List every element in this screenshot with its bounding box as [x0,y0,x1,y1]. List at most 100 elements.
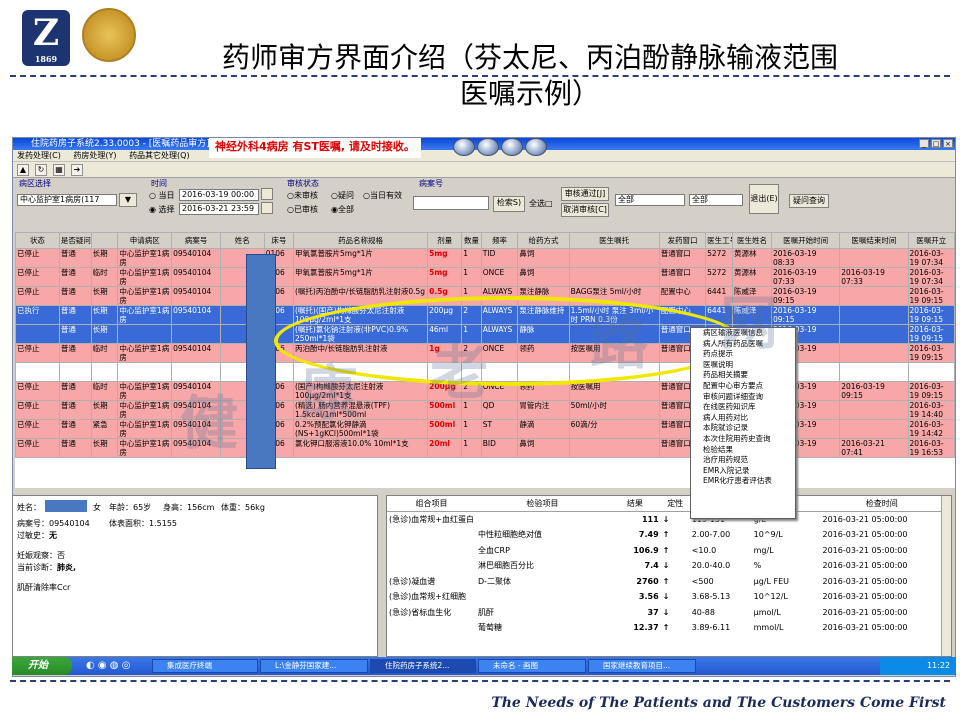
order-row[interactable]: 已停止普通长期中心监护室1病房095401040106甲氧氯普胺片5mg*1片5… [15,248,955,268]
date-from-spin[interactable] [261,188,273,200]
audit-pass-button[interactable]: 审核通过[J] [561,187,609,201]
filter-combo-2[interactable]: 全部 [689,194,743,206]
lab-row[interactable]: (急诊)凝血谱 D-二聚体 2760 ↑ <500 μg/L FEU 2016-03-21 … [387,574,943,590]
context-menu-item[interactable]: 病人用药对比 [691,413,795,424]
order-row[interactable]: 已停止普通长期中心监护室1病房095401040106氯化钾口服溶液10.0% … [15,438,955,458]
context-menu-item[interactable]: 检验结果 [691,445,795,456]
context-menu-item[interactable]: 病区输液医嘱信息 [691,328,795,339]
radio-audited[interactable]: ○已审核 [287,204,318,215]
query-button[interactable]: 疑问查询 [789,194,829,208]
cancel-audit-button[interactable]: 取消审核[C] [561,203,609,217]
task-item[interactable]: 住院药房子系统2... [370,659,476,673]
exit-button[interactable]: 退出(E) [749,184,779,214]
order-cell: 500ml [427,419,463,439]
filter-combo-1[interactable]: 全部 [615,194,685,206]
context-menu-item[interactable]: 审核问题详细查询 [691,392,795,403]
menu-pharmacy[interactable]: 药房处理(Y) [73,151,116,160]
close-button[interactable]: × [943,139,953,148]
menu-other[interactable]: 药品其它处理(Q) [129,151,190,160]
grid-column-header[interactable]: 医嘱开始时间 [770,232,841,249]
grid-column-header[interactable]: 发药窗口 [658,232,707,249]
order-cell [58,362,92,382]
task-item[interactable]: 国家继续教育项目... [588,659,696,673]
lab-row[interactable]: 全血CRP 106.9 ↑ <10.0 mg/L 2016-03-21 05:00:00 [387,543,943,559]
grid-column-header[interactable]: 医生工号 [705,232,733,249]
window-orb-icon [453,138,475,156]
ward-select[interactable]: 中心监护室1病房(117 [17,194,117,206]
date-to-field[interactable]: 2016-03-21 23:59 [179,203,259,215]
refresh-icon[interactable]: ↻ [35,164,47,176]
grid-column-header[interactable]: 给药方式 [517,232,570,249]
lab-row[interactable]: 淋巴细胞百分比 7.4 ↓ 20.0-40.0% 2016-03-21 05:00:00 [387,558,943,574]
radio-today-valid[interactable]: ○当日有效 [363,190,402,201]
grid-column-header[interactable]: 床号 [263,232,295,249]
maximize-button[interactable]: □ [931,139,941,148]
task-item[interactable]: 集成医疗终端 [152,659,258,673]
grid-column-header[interactable] [90,232,119,249]
lab-scrollbar[interactable] [941,496,951,656]
start-button[interactable]: 开始 [12,657,72,675]
date-from-field[interactable]: 2016-03-19 00:00 [179,189,259,201]
lab-row[interactable]: (急诊)血常规+血红蛋白 111 ↓ 113-151 g/L 2016-03-21 05:… [387,512,943,528]
context-menu-item[interactable]: 药点提示 [691,349,795,360]
grid-column-header[interactable]: 数量 [461,232,482,249]
lab-row[interactable]: (急诊)省标血生化 肌酐 37 ↓ 40-88 μmol/L 2016-03-21 05:0… [387,605,943,621]
context-menu-item[interactable]: 药品相关摘要 [691,370,795,381]
order-row[interactable]: 已停止普通紧急中心监护室1病房0954010401060.2%预配氯化钾静滴(N… [15,419,955,439]
grid-icon[interactable]: ▦ [53,164,65,176]
grid-column-header[interactable]: 频率 [480,232,519,249]
select-all-checkbox[interactable]: 全选□ [529,198,553,209]
task-item[interactable]: L:\金静芬国家建... [260,659,368,673]
order-row[interactable]: 已停止普通临时中心监护室1病房095401040106甲氧氯普胺片5mg*1片5… [15,267,955,287]
task-item[interactable]: 未命名 - 画图 [478,659,586,673]
context-menu-item[interactable]: 在线医药知识库 [691,402,795,413]
context-menu-item[interactable]: 配置中心审方要点 [691,381,795,392]
ward-dropdown-button[interactable]: ▼ [119,193,137,207]
exit-icon[interactable]: ➔ [71,164,83,176]
date-to-spin[interactable] [261,202,273,214]
quicklaunch-icons[interactable]: ◐ ◉ ◍ ◎ [86,660,130,671]
context-menu-item[interactable]: 医嘱说明 [691,360,795,371]
radio-question[interactable]: ○疑问 [331,190,354,201]
lab-cell: <10.0 [691,545,717,555]
grid-column-header[interactable]: 医生嘱托 [568,232,660,249]
order-cell: 1 [461,400,482,420]
order-row[interactable]: 已停止普通长期中心监护室1病房095401040106(精选) 肠内营养混悬液(… [15,400,955,420]
grid-column-header[interactable]: 药品名称规格 [292,232,429,249]
grid-column-header[interactable]: 病案号 [171,232,221,249]
grid-column-header[interactable]: 申请病区 [117,232,173,249]
radio-all[interactable]: ◉全部 [331,204,354,215]
minimize-button[interactable]: _ [919,139,929,148]
grid-column-header[interactable]: 是否疑问 [58,232,92,249]
lab-row[interactable]: 葡萄糖 12.37 ↑ 3.89-6.11 mmol/L 2016-03-21 05:00… [387,620,943,636]
case-no-input[interactable] [413,196,489,210]
context-menu-item[interactable]: 病人所有药品医嘱 [691,339,795,350]
radio-today[interactable]: ○ 当日 [149,190,175,201]
grid-column-header[interactable]: 医嘱结束时间 [839,232,909,249]
grid-column-header[interactable]: 医嘱开立 [907,232,955,249]
context-menu-item[interactable]: 本次住院用药史查询 [691,434,795,445]
time-label: 时间 [151,179,167,188]
context-menu-item[interactable]: 本院就诊记录 [691,423,795,434]
menu-dispense[interactable]: 发药处理(C) [17,151,61,160]
lab-cell: 7.49 [638,530,659,540]
order-cell: 黄源林 [731,248,772,268]
radio-unaudited[interactable]: ○未审核 [287,190,318,201]
lab-row[interactable]: 中性粒细胞绝对值 7.49 ↑ 2.00-7.00 10^9/L 2016-03-21 0… [387,527,943,543]
order-cell: 1 [461,438,482,458]
grid-column-header[interactable]: 医生姓名 [731,232,772,249]
lab-row[interactable]: (急诊)血常规+红细胞 3.56 ↓ 3.68-5.13 10^12/L 2016-03-… [387,589,943,605]
dispense-icon[interactable]: ▲ [17,164,29,176]
grid-column-header[interactable]: 状态 [15,232,60,249]
allergy-label: 过敏史： [17,531,49,540]
search-button[interactable]: 检索S) [493,196,525,212]
radio-select[interactable]: ◉ 选择 [149,204,175,215]
grid-column-header[interactable]: 姓名 [219,232,265,249]
lab-cell: 111 [641,515,659,524]
order-cell: 普通窗口 [658,267,707,287]
grid-column-header[interactable]: 剂量 [427,232,463,249]
context-menu-item[interactable]: EMR入院记录 [691,466,795,477]
order-cell: 2016-03-19 16:53 [907,438,955,458]
context-menu-item[interactable]: 治疗用药规范 [691,455,795,466]
context-menu-item[interactable]: EMR化疗患者评估表 [691,476,795,487]
